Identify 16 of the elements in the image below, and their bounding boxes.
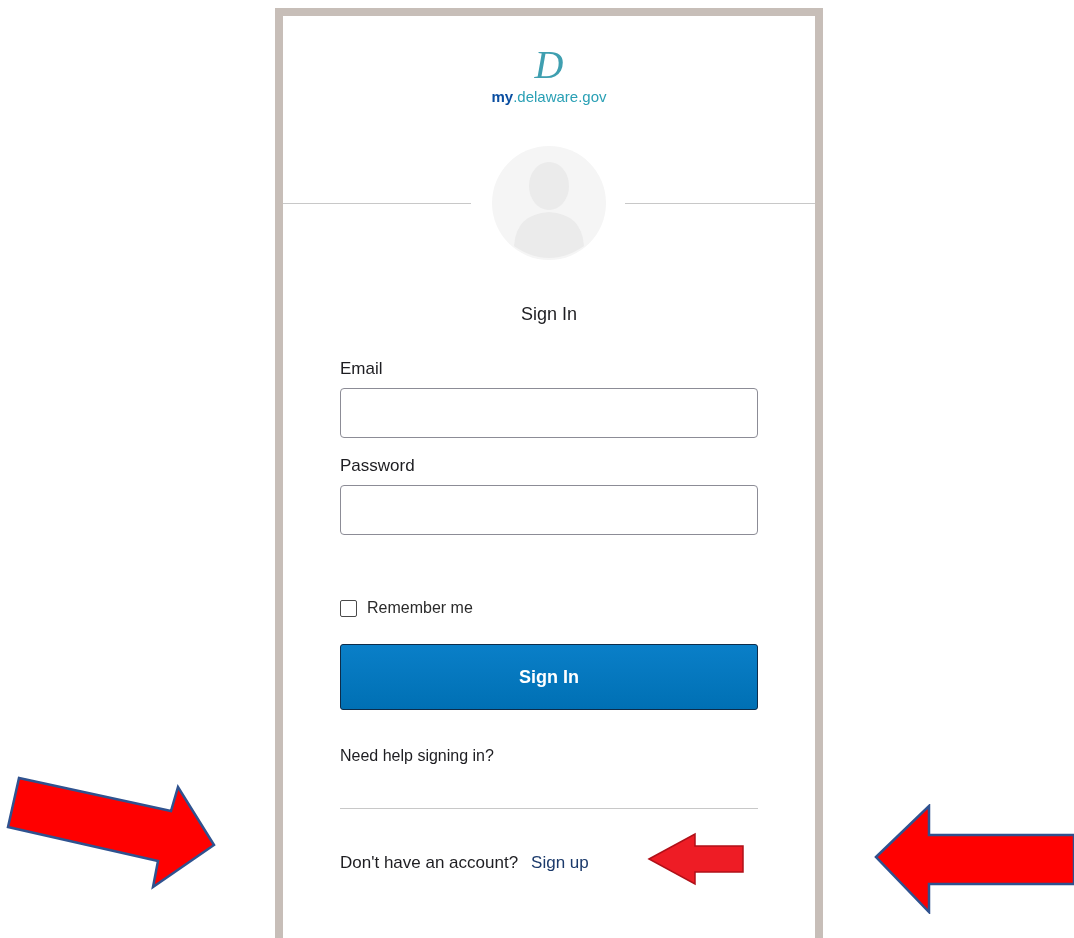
input-field[interactable] bbox=[340, 485, 758, 535]
remember-label: Remember me bbox=[367, 599, 473, 617]
sign-up-link[interactable]: Sign up bbox=[531, 853, 589, 873]
form-title: Sign In bbox=[520, 303, 577, 325]
arrow-icon bbox=[872, 804, 1074, 914]
arrow-icon bbox=[6, 775, 218, 893]
site-name: my.delaware.gov bbox=[491, 88, 607, 105]
help-link[interactable]: Need help signing in? bbox=[340, 746, 494, 766]
field-label: Email bbox=[340, 359, 383, 379]
remember-checkbox[interactable] bbox=[340, 599, 357, 617]
signup-prompt: Don't have an account? bbox=[340, 853, 519, 873]
input-field[interactable] bbox=[340, 388, 758, 438]
logo-mark: D bbox=[534, 46, 564, 84]
sign-in-button[interactable]: Sign In bbox=[340, 644, 758, 710]
field-label: Password bbox=[340, 456, 415, 476]
arrow-icon bbox=[647, 832, 745, 886]
